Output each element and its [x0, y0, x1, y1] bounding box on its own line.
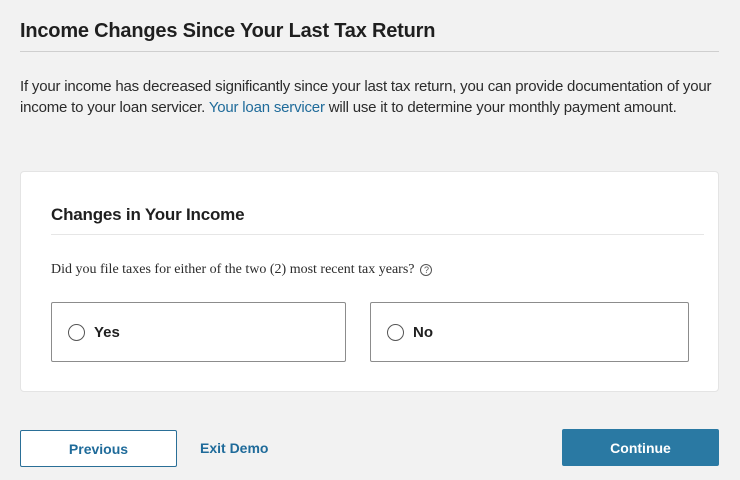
question-circle-icon[interactable]: ? [420, 264, 433, 276]
previous-button[interactable]: Previous [20, 430, 177, 467]
intro-text: If your income has decreased significant… [20, 76, 725, 118]
page: Income Changes Since Your Last Tax Retur… [0, 0, 740, 480]
option-no-label: No [413, 323, 433, 341]
option-yes-label: Yes [94, 323, 120, 341]
continue-button[interactable]: Continue [562, 429, 719, 466]
question-text: Did you file taxes for either of the two… [51, 262, 415, 277]
title-divider [20, 51, 719, 52]
radio-no[interactable] [387, 323, 404, 341]
radio-yes[interactable] [68, 323, 85, 341]
income-changes-card: Changes in Your Income Did you file taxe… [20, 171, 719, 392]
option-no[interactable]: No [370, 302, 689, 362]
option-yes[interactable]: Yes [51, 302, 346, 362]
tax-filing-question: Did you file taxes for either of the two… [51, 262, 433, 278]
intro-text-end: will use it to determine your monthly pa… [324, 99, 677, 116]
exit-demo-link[interactable]: Exit Demo [200, 440, 268, 456]
page-title: Income Changes Since Your Last Tax Retur… [20, 20, 436, 42]
card-title: Changes in Your Income [51, 205, 245, 224]
card-divider [51, 234, 704, 235]
loan-servicer-link[interactable]: Your loan servicer [209, 99, 325, 116]
